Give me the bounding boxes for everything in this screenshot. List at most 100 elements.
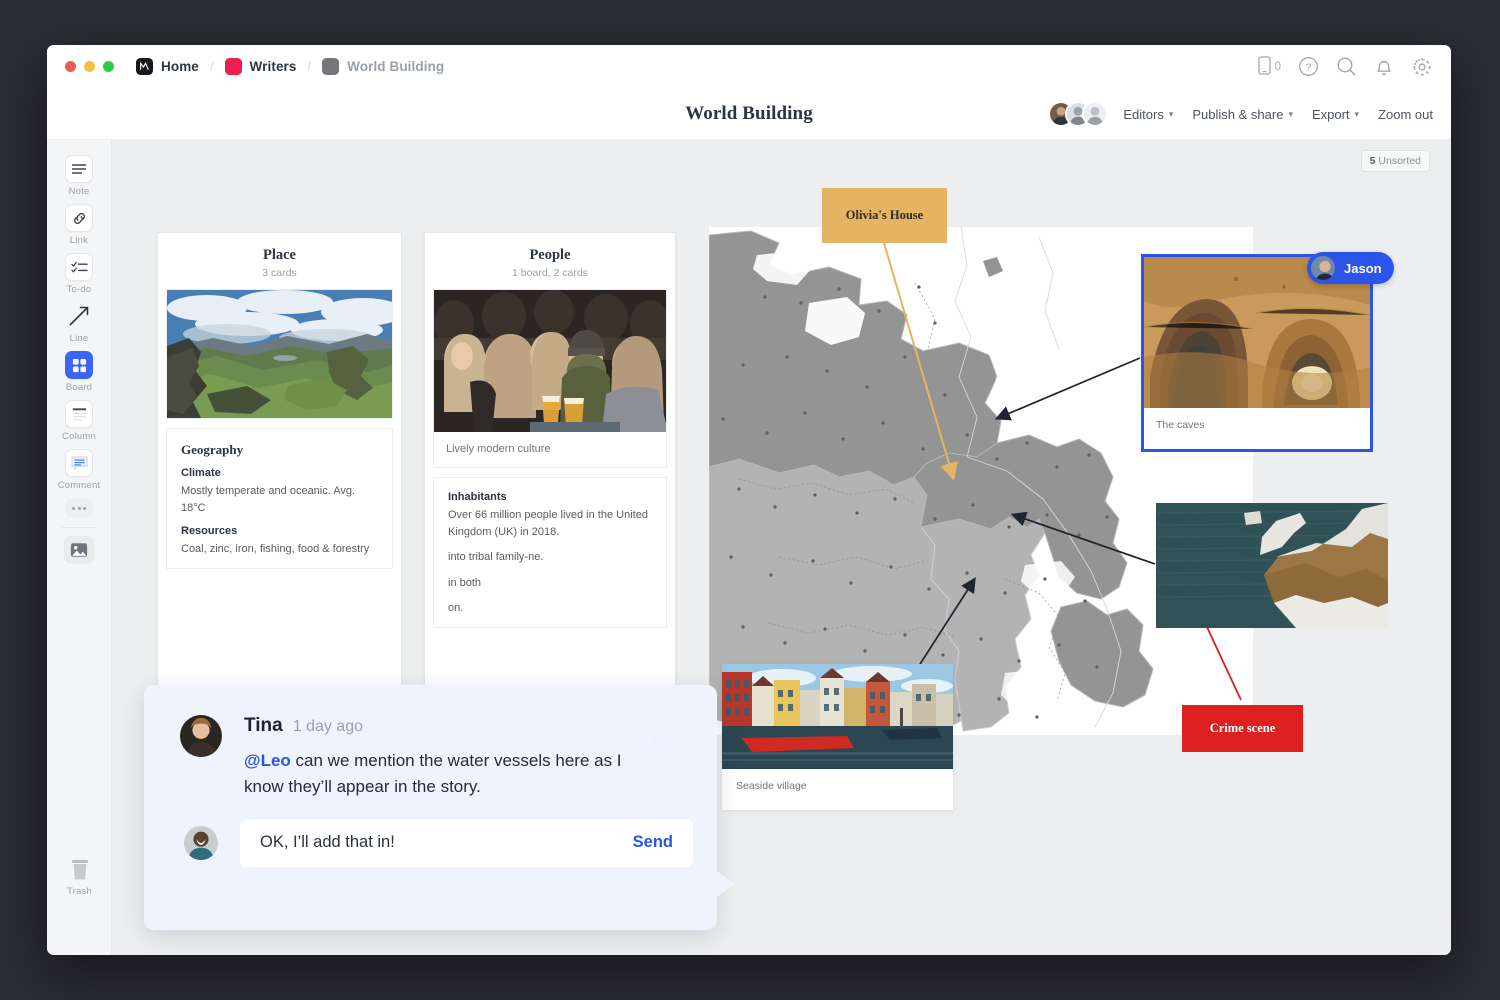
breadcrumb-item-world-building[interactable]: World Building [322, 58, 444, 75]
avatar [184, 826, 218, 860]
tool-comment[interactable]: Comment [51, 444, 107, 493]
publish-share-menu[interactable]: Publish & share ▾ [1192, 107, 1293, 122]
breadcrumb-separator: / [308, 59, 312, 74]
document-header: World Building Editors ▾ [47, 88, 1451, 140]
help-icon[interactable]: ? [1298, 56, 1319, 77]
link-chain-icon [65, 204, 93, 232]
tool-todo-label: To-do [51, 284, 107, 295]
card-paragraph: on. [448, 600, 652, 617]
card-paragraph: into tribal family-ne. [448, 549, 652, 566]
titlebar-actions: 0 ? [1258, 45, 1433, 88]
zoom-out-button[interactable]: Zoom out [1378, 107, 1433, 122]
crowd-beer-garden-photo [434, 290, 666, 432]
breadcrumb-item-home[interactable]: Home [136, 58, 199, 75]
board-subtitle: 3 cards [158, 267, 401, 279]
comment-reply-row: OK, I’ll add that in! Send [144, 801, 717, 867]
maximize-window-button[interactable] [103, 61, 114, 72]
card-paragraph: Coal, zinc, iron, fishing, food & forest… [181, 541, 378, 558]
comment-pin-count: 2 [632, 725, 676, 765]
settings-gear-icon[interactable] [1411, 56, 1433, 78]
app-window: Home / Writers / World Building [47, 45, 1451, 955]
toolbar-divider [62, 527, 96, 528]
tool-board[interactable]: Board [51, 346, 107, 395]
list-item[interactable]: Inhabitants Over 66 million people lived… [433, 477, 667, 628]
comment-popup[interactable]: Tina 1 day ago @Leo can we mention the w… [144, 685, 717, 930]
highland-valley-photo [167, 290, 392, 418]
note-olivias-house-label: Olivia's House [846, 208, 923, 223]
list-item[interactable] [166, 289, 393, 419]
comment-reply-input[interactable]: OK, I’ll add that in! Send [240, 819, 693, 867]
mobile-app-button[interactable]: 0 [1258, 56, 1281, 78]
media-caption: Seaside village [722, 769, 953, 803]
mobile-icon [1258, 56, 1271, 78]
editors-menu-label: Editors [1123, 107, 1163, 122]
note-olivias-house[interactable]: Olivia's House [822, 188, 947, 243]
tool-comment-label: Comment [51, 480, 107, 491]
board-swatch-icon [322, 58, 339, 75]
editor-avatars[interactable] [1048, 101, 1108, 127]
send-button[interactable]: Send [633, 833, 673, 852]
collaborator-cursor-jason: Jason [1307, 252, 1394, 284]
list-item[interactable]: Lively modern culture [433, 289, 667, 468]
comment-text: can we mention the water vessels here as… [244, 751, 622, 796]
board-header: People 1 board, 2 cards [425, 233, 675, 289]
editors-menu[interactable]: Editors ▾ [1123, 107, 1173, 122]
more-options-icon[interactable] [65, 499, 93, 517]
tool-column[interactable]: Column [51, 395, 107, 444]
nyhavn-harbour-photo [722, 664, 953, 769]
card-subheading: Inhabitants [448, 491, 652, 503]
notifications-bell-icon[interactable] [1374, 56, 1394, 77]
window-traffic-lights [65, 61, 114, 72]
minimize-window-button[interactable] [84, 61, 95, 72]
svg-text:?: ? [1306, 62, 1312, 74]
tool-line-label: Line [51, 333, 107, 344]
board-canvas[interactable]: 5 Unsorted [112, 140, 1451, 955]
header-actions: Editors ▾ Publish & share ▾ Export ▾ Zoo… [1048, 88, 1433, 140]
board-title: Place [158, 247, 401, 264]
image-upload-icon[interactable] [64, 536, 94, 564]
board-subtitle: 1 board, 2 cards [425, 267, 675, 279]
card-subheading: Climate [181, 467, 378, 479]
list-item[interactable]: Geography Climate Mostly temperate and o… [166, 428, 393, 569]
tool-note-label: Note [51, 186, 107, 197]
avatar [180, 715, 222, 757]
mobile-count: 0 [1275, 61, 1281, 73]
board-title: People [425, 247, 675, 264]
card-body: Geography Climate Mostly temperate and o… [167, 429, 392, 568]
tool-note[interactable]: Note [51, 150, 107, 199]
chevron-down-icon: ▾ [1288, 109, 1293, 120]
collaborator-name: Jason [1344, 261, 1382, 276]
comment-mention[interactable]: @Leo [244, 751, 291, 770]
trash-label: Trash [47, 886, 112, 897]
media-seaside-village[interactable]: Seaside village [722, 664, 953, 810]
avatar [1309, 254, 1337, 282]
card-caption: Lively modern culture [434, 432, 666, 467]
export-label: Export [1312, 107, 1350, 122]
export-menu[interactable]: Export ▾ [1312, 107, 1359, 122]
note-crime-scene-label: Crime scene [1210, 721, 1276, 736]
unsorted-badge[interactable]: 5 Unsorted [1361, 150, 1430, 172]
tool-link-label: Link [51, 235, 107, 246]
arrow-line-icon [65, 302, 93, 330]
search-icon[interactable] [1336, 56, 1357, 77]
card-paragraph: Over 66 million people lived in the Unit… [448, 507, 652, 540]
media-cliff[interactable] [1156, 503, 1388, 628]
tool-line[interactable]: Line [51, 297, 107, 346]
close-window-button[interactable] [65, 61, 76, 72]
checklist-icon [65, 253, 93, 281]
note-crime-scene[interactable]: Crime scene [1182, 705, 1303, 752]
comment-timestamp: 1 day ago [293, 718, 363, 736]
board-grid-icon [65, 351, 93, 379]
popup-tail [717, 871, 735, 897]
trash-tool[interactable]: Trash [47, 855, 112, 897]
comment-meta: Tina 1 day ago [244, 715, 664, 737]
card-heading: Geography [181, 442, 378, 458]
tool-todo[interactable]: To-do [51, 248, 107, 297]
tool-board-label: Board [51, 382, 107, 393]
comment-content: Tina 1 day ago @Leo can we mention the w… [244, 715, 664, 801]
app-body: Note Link To-do [47, 140, 1451, 955]
reply-input-value[interactable]: OK, I’ll add that in! [260, 833, 395, 852]
tool-sidebar: Note Link To-do [47, 140, 112, 955]
breadcrumb-item-writers[interactable]: Writers [225, 58, 297, 75]
tool-link[interactable]: Link [51, 199, 107, 248]
